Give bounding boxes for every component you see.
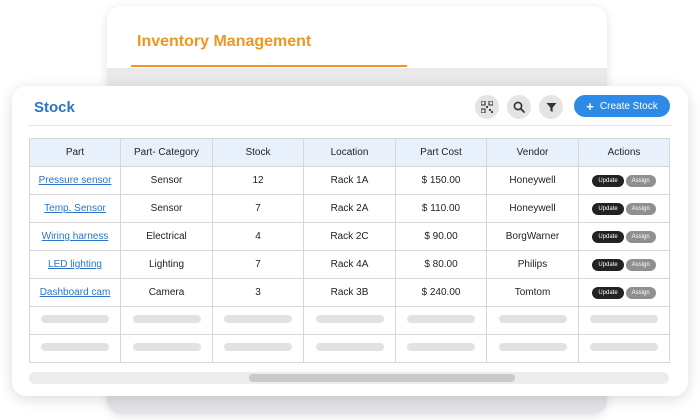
search-button[interactable] (507, 95, 531, 119)
table-row: Temp. Sensor Sensor 7 Rack 2A $ 110.00 H… (29, 194, 670, 223)
actions-cell: Update Assign (578, 222, 670, 251)
actions-cell: Update Assign (578, 278, 670, 307)
skeleton-placeholder (407, 343, 475, 351)
skeleton-placeholder (315, 343, 384, 351)
skeleton-placeholder (224, 343, 292, 351)
back-panel-footer (107, 396, 607, 414)
column-header-vendor[interactable]: Vendor (486, 138, 579, 167)
skeleton-placeholder (224, 315, 292, 323)
table-row: Wiring harness Electrical 4 Rack 2C $ 90… (29, 222, 670, 251)
update-button[interactable]: Update (592, 231, 624, 243)
stock-table: Part Part- Category Stock Location Part … (29, 138, 670, 363)
skeleton-placeholder (590, 315, 658, 323)
assign-button[interactable]: Assign (625, 231, 656, 243)
filter-icon (546, 102, 556, 112)
create-stock-label: Create Stock (599, 100, 658, 112)
stock-cell: 3 (212, 278, 304, 307)
header-divider (28, 125, 672, 126)
search-icon (513, 101, 525, 113)
column-header-location[interactable]: Location (303, 138, 396, 167)
qr-code-icon (481, 101, 493, 113)
skeleton-placeholder (498, 343, 567, 351)
stock-title: Stock (34, 99, 75, 116)
vendor-cell: BorgWarner (486, 222, 579, 251)
stock-cell: 7 (212, 250, 304, 279)
stock-cell: 4 (212, 222, 304, 251)
horizontal-scrollbar[interactable] (29, 372, 669, 384)
skeleton-row (29, 306, 670, 335)
category-cell: Camera (120, 278, 213, 307)
category-cell: Sensor (120, 194, 213, 223)
table-row: Dashboard cam Camera 3 Rack 3B $ 240.00 … (29, 278, 670, 307)
update-button[interactable]: Update (592, 175, 624, 187)
app-stage: Inventory Management Stock + Create Stoc… (0, 0, 700, 420)
location-cell: Rack 3B (303, 278, 396, 307)
table-row: LED lighting Lighting 7 Rack 4A $ 80.00 … (29, 250, 670, 279)
active-tab-underline (131, 65, 407, 67)
assign-button[interactable]: Assign (625, 203, 656, 215)
actions-cell: Update Assign (578, 166, 670, 195)
location-cell: Rack 1A (303, 166, 396, 195)
column-header-stock[interactable]: Stock (212, 138, 304, 167)
scrollbar-thumb[interactable] (249, 374, 515, 382)
skeleton-placeholder (41, 315, 109, 323)
actions-cell: Update Assign (578, 194, 670, 223)
skeleton-placeholder (498, 315, 567, 323)
part-link[interactable]: Pressure sensor (39, 175, 112, 186)
stock-cell: 12 (212, 166, 304, 195)
update-button[interactable]: Update (592, 259, 624, 271)
assign-button[interactable]: Assign (625, 259, 656, 271)
filter-button[interactable] (539, 95, 563, 119)
assign-button[interactable]: Assign (625, 175, 656, 187)
skeleton-placeholder (132, 343, 201, 351)
category-cell: Sensor (120, 166, 213, 195)
skeleton-placeholder (132, 315, 201, 323)
column-header-part[interactable]: Part (29, 138, 121, 167)
category-cell: Electrical (120, 222, 213, 251)
category-cell: Lighting (120, 250, 213, 279)
assign-button[interactable]: Assign (625, 287, 656, 299)
column-header-part-cost[interactable]: Part Cost (395, 138, 487, 167)
vendor-cell: Tomtom (486, 278, 579, 307)
part-link[interactable]: Temp. Sensor (44, 203, 106, 214)
vendor-cell: Honeywell (486, 166, 579, 195)
skeleton-placeholder (41, 343, 109, 351)
location-cell: Rack 4A (303, 250, 396, 279)
skeleton-placeholder (407, 315, 475, 323)
create-stock-button[interactable]: + Create Stock (574, 95, 670, 117)
column-header-category[interactable]: Part- Category (120, 138, 213, 167)
cost-cell: $ 80.00 (395, 250, 487, 279)
table-row: Pressure sensor Sensor 12 Rack 1A $ 150.… (29, 166, 670, 195)
vendor-cell: Honeywell (486, 194, 579, 223)
stock-cell: 7 (212, 194, 304, 223)
table-header-row: Part Part- Category Stock Location Part … (29, 138, 670, 167)
location-cell: Rack 2C (303, 222, 396, 251)
cost-cell: $ 150.00 (395, 166, 487, 195)
cost-cell: $ 90.00 (395, 222, 487, 251)
cost-cell: $ 110.00 (395, 194, 487, 223)
location-cell: Rack 2A (303, 194, 396, 223)
part-link[interactable]: Dashboard cam (40, 287, 111, 298)
skeleton-placeholder (590, 343, 658, 351)
part-link[interactable]: Wiring harness (42, 231, 109, 242)
inventory-management-title: Inventory Management (137, 33, 312, 50)
part-link[interactable]: LED lighting (48, 259, 102, 270)
update-button[interactable]: Update (592, 203, 624, 215)
column-header-actions: Actions (578, 138, 670, 167)
skeleton-placeholder (315, 315, 384, 323)
stock-card: Stock + Create Stock Part Part- Category… (12, 86, 688, 396)
qr-code-button[interactable] (475, 95, 499, 119)
update-button[interactable]: Update (592, 287, 624, 299)
vendor-cell: Philips (486, 250, 579, 279)
skeleton-row (29, 334, 670, 363)
plus-icon: + (586, 98, 594, 114)
actions-cell: Update Assign (578, 250, 670, 279)
cost-cell: $ 240.00 (395, 278, 487, 307)
